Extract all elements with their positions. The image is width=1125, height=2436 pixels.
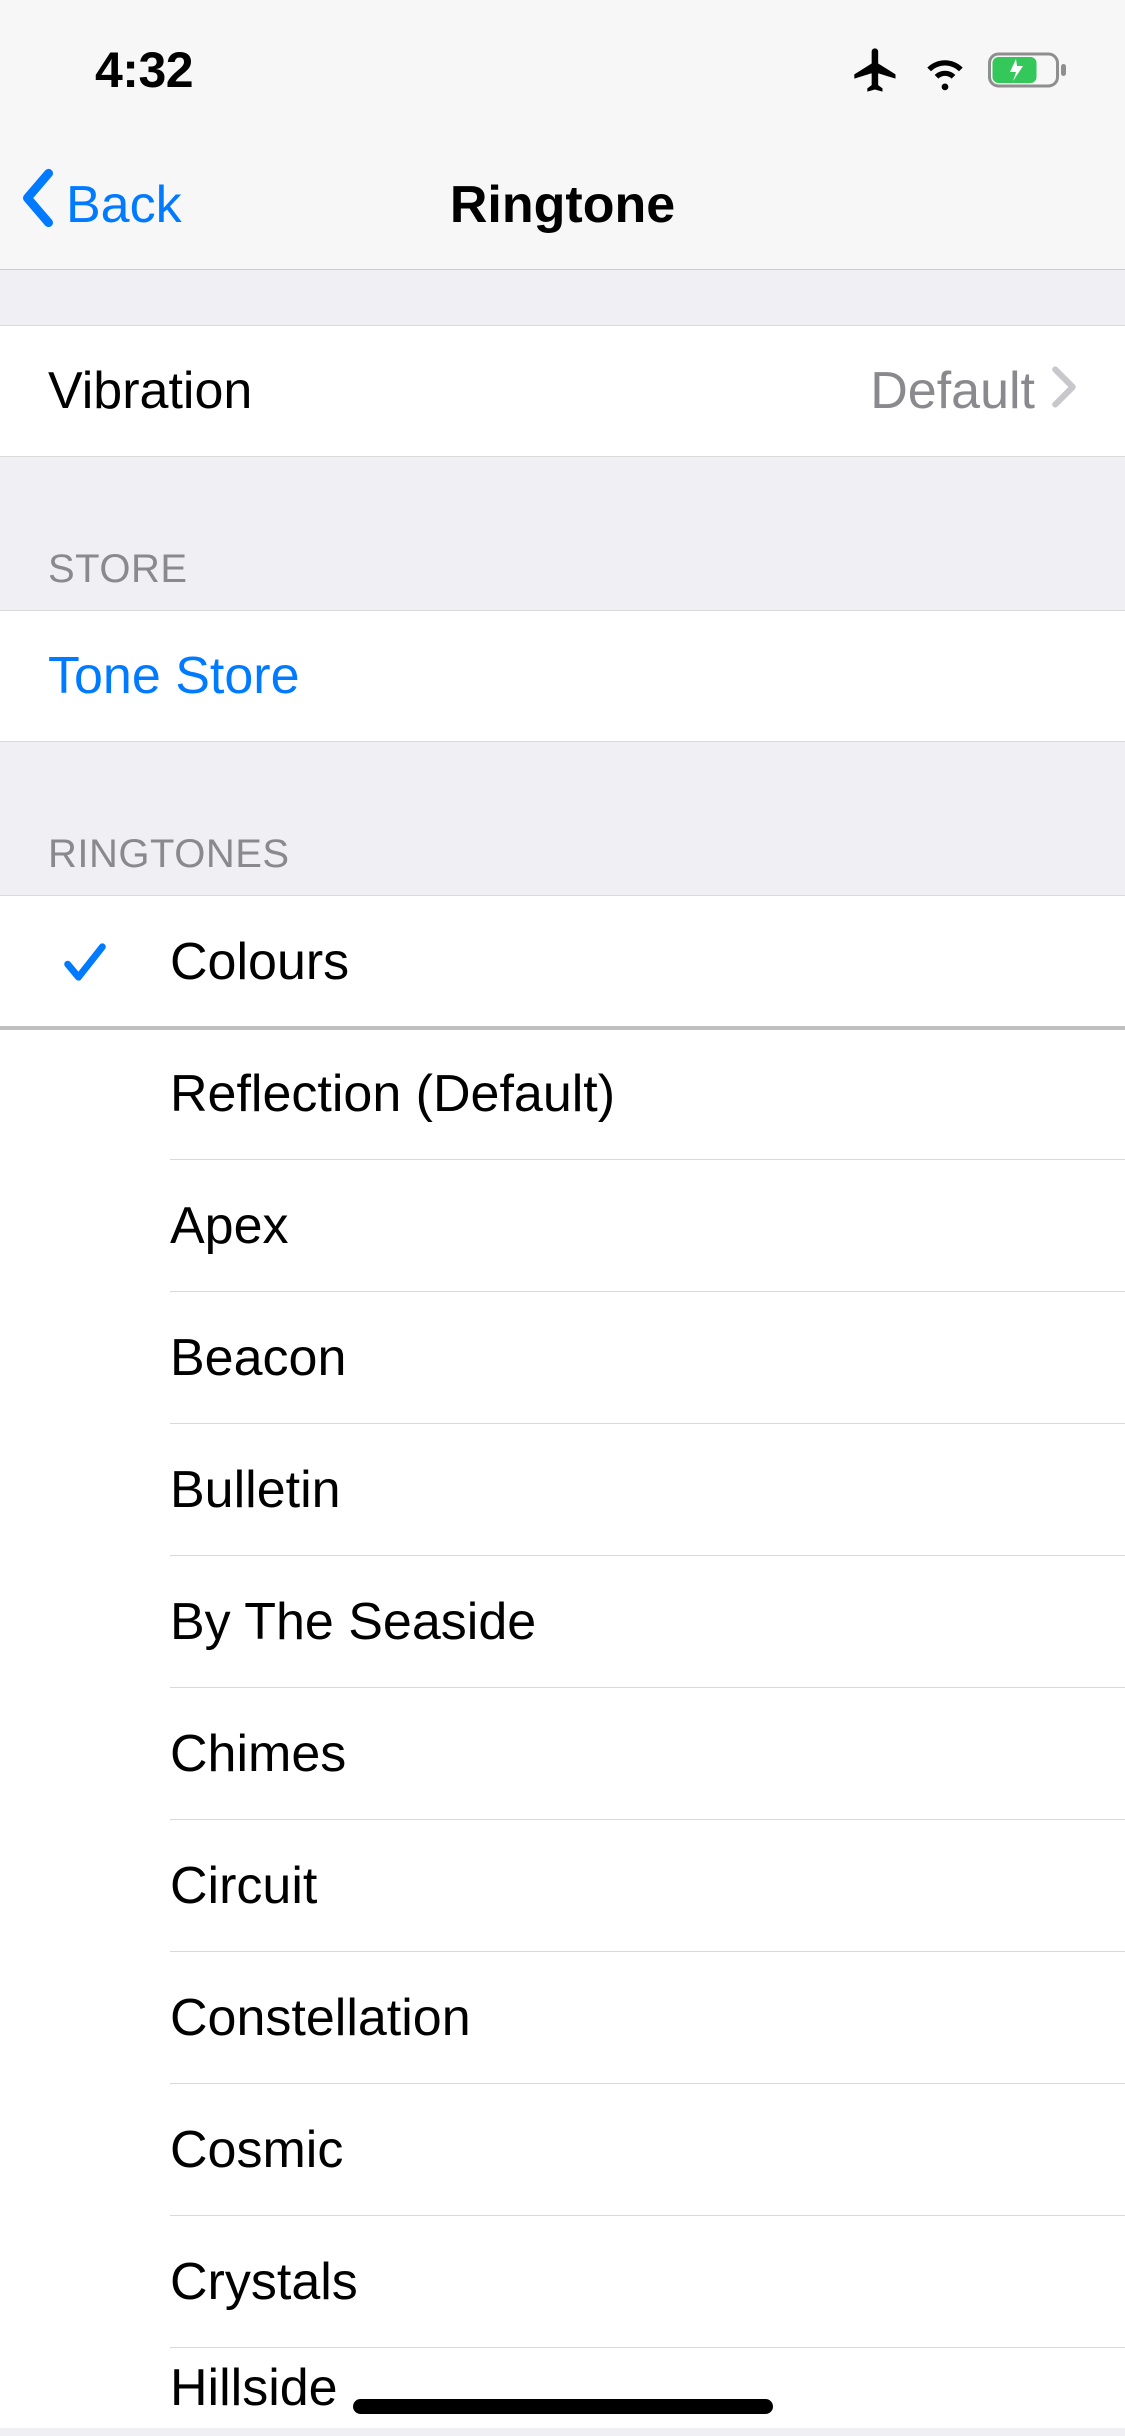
- tone-store-row[interactable]: Tone Store: [0, 610, 1125, 742]
- status-time: 4:32: [95, 41, 193, 99]
- ringtone-label: Circuit: [170, 1856, 1125, 1916]
- vibration-row[interactable]: Vibration Default: [0, 325, 1125, 457]
- ringtones-section-header: RINGTONES: [0, 742, 1125, 895]
- airplane-mode-icon: [850, 44, 902, 96]
- ringtone-label: Bulletin: [170, 1460, 1125, 1520]
- ringtone-label: Cosmic: [170, 2120, 1125, 2180]
- ringtone-row[interactable]: Crystals: [0, 2216, 1125, 2348]
- status-bar: 4:32: [0, 0, 1125, 140]
- nav-bar: Back Ringtone: [0, 140, 1125, 270]
- ringtone-label: Constellation: [170, 1988, 1125, 2048]
- ringtone-row[interactable]: Constellation: [0, 1952, 1125, 2084]
- ringtone-label: Crystals: [170, 2252, 1125, 2312]
- battery-charging-icon: [988, 51, 1070, 89]
- ringtone-label: Apex: [170, 1196, 1125, 1256]
- status-indicators: [850, 44, 1070, 96]
- vibration-label: Vibration: [48, 361, 870, 421]
- back-button[interactable]: Back: [18, 140, 182, 269]
- ringtone-row[interactable]: Chimes: [0, 1688, 1125, 1820]
- ringtone-label: By The Seaside: [170, 1592, 1125, 1652]
- wifi-icon: [920, 45, 970, 95]
- ringtone-row[interactable]: Hillside: [0, 2348, 1125, 2428]
- ringtone-row[interactable]: Apex: [0, 1160, 1125, 1292]
- checkmark-icon: [0, 936, 170, 988]
- ringtones-list: Colours Reflection (Default) Apex Beacon…: [0, 895, 1125, 2428]
- ringtone-label: Reflection (Default): [170, 1064, 1125, 1124]
- back-label: Back: [66, 175, 182, 235]
- chevron-left-icon: [18, 168, 58, 241]
- ringtone-row[interactable]: Bulletin: [0, 1424, 1125, 1556]
- chevron-right-icon: [1051, 361, 1077, 421]
- home-indicator[interactable]: [353, 2399, 773, 2414]
- store-section-header: STORE: [0, 457, 1125, 610]
- ringtone-label: Beacon: [170, 1328, 1125, 1388]
- section-spacer: [0, 270, 1125, 325]
- ringtone-label: Chimes: [170, 1724, 1125, 1784]
- ringtone-row[interactable]: Cosmic: [0, 2084, 1125, 2216]
- ringtone-row[interactable]: By The Seaside: [0, 1556, 1125, 1688]
- ringtone-row[interactable]: Beacon: [0, 1292, 1125, 1424]
- ringtone-label: Colours: [170, 932, 1125, 992]
- ringtone-row[interactable]: Colours: [0, 896, 1125, 1028]
- vibration-value: Default: [870, 361, 1035, 421]
- screen: 4:32 Back Ringt: [0, 0, 1125, 2436]
- ringtone-row[interactable]: Reflection (Default): [0, 1028, 1125, 1160]
- ringtone-row[interactable]: Circuit: [0, 1820, 1125, 1952]
- tone-store-label: Tone Store: [48, 646, 1077, 706]
